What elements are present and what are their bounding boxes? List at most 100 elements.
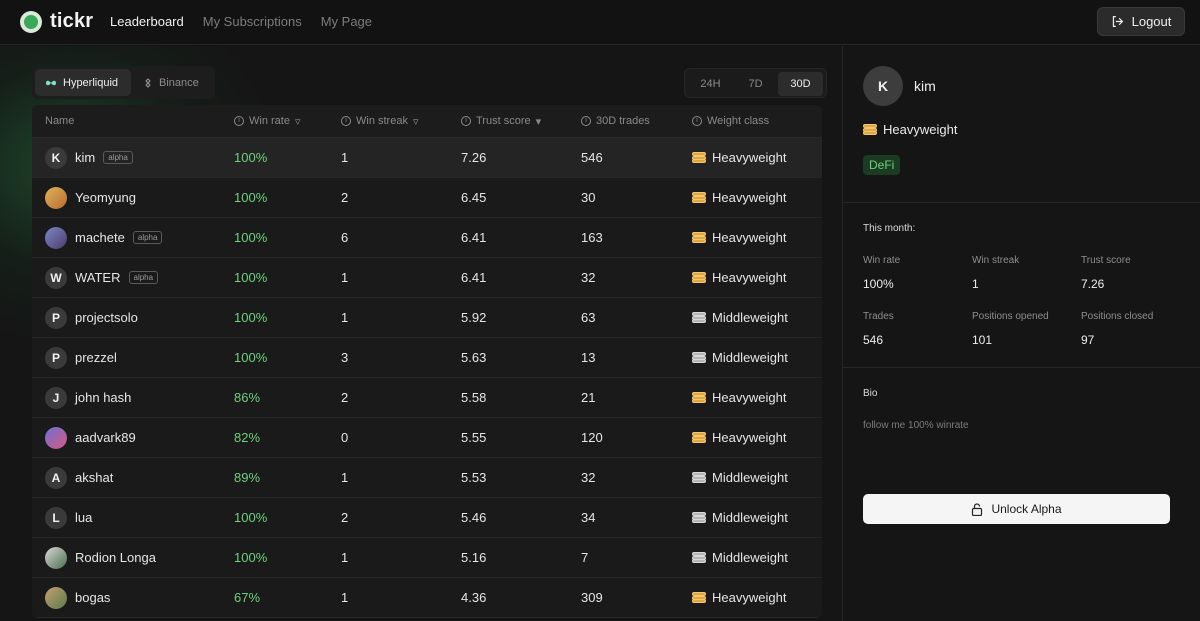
table-row[interactable]: Pprojectsolo 100% 1 5.92 63 Middleweight: [32, 298, 822, 338]
cell-name: bogas: [32, 586, 234, 609]
tab-binance-label: Binance: [159, 76, 199, 89]
weight-class-label: Heavyweight: [712, 590, 787, 605]
cell-trades: 7: [581, 550, 589, 565]
trader-name: Yeomyung: [75, 190, 136, 205]
unlock-alpha-button[interactable]: Unlock Alpha: [863, 494, 1170, 524]
app-logo[interactable]: tickr: [20, 10, 93, 33]
cell-trades: 546: [581, 150, 603, 165]
table-row[interactable]: Jjohn hash 86% 2 5.58 21 Heavyweight: [32, 378, 822, 418]
info-icon: i: [234, 116, 244, 126]
weight-class-label: Middleweight: [712, 470, 788, 485]
table-row[interactable]: Rodion Longa 100% 1 5.16 7 Middleweight: [32, 538, 822, 578]
header-weight-class[interactable]: i Weight class: [692, 115, 822, 127]
table-row[interactable]: machete alpha 100% 6 6.41 163 Heavyweight: [32, 218, 822, 258]
bio-text: follow me 100% winrate: [863, 420, 969, 431]
profile-panel: K kim Heavyweight DeFi This month: Win r…: [842, 46, 1200, 621]
nav-my-subscriptions[interactable]: My Subscriptions: [203, 14, 302, 29]
period-24h[interactable]: 24H: [688, 72, 733, 96]
tab-hyperliquid[interactable]: Hyperliquid: [35, 69, 132, 96]
profile-name: kim: [914, 78, 936, 94]
avatar: [45, 546, 67, 569]
table-row[interactable]: Llua 100% 2 5.46 34 Middleweight: [32, 498, 822, 538]
trader-name: john hash: [75, 390, 132, 405]
cell-win-rate: 100%: [234, 270, 268, 285]
cell-trust-score: 5.92: [461, 310, 487, 325]
table-row[interactable]: Aakshat 89% 1 5.53 32 Middleweight: [32, 458, 822, 498]
info-icon: i: [461, 116, 471, 126]
nav-my-page[interactable]: My Page: [321, 14, 372, 29]
trader-name: machete: [75, 230, 125, 245]
period-switcher: 24H 7D 30D: [684, 68, 827, 98]
trader-name: bogas: [75, 590, 111, 605]
table-row[interactable]: W WATER alpha 100% 1 6.41 32 Heavyweight: [32, 258, 822, 298]
trader-name: kim: [75, 150, 96, 165]
header-win-rate-label: Win rate: [249, 115, 290, 127]
sort-down-outline-icon: ▿: [294, 115, 301, 128]
header-30d-trades-label: 30D trades: [596, 115, 650, 127]
header-30d-trades[interactable]: i 30D trades: [581, 115, 692, 127]
period-30d[interactable]: 30D: [778, 72, 823, 96]
gold-coin-icon: [692, 432, 706, 443]
avatar: A: [45, 466, 67, 489]
header-name[interactable]: Name: [32, 115, 234, 127]
cell-win-streak: 6: [341, 230, 349, 245]
cell-name: Kkim alpha: [32, 146, 234, 169]
unlock-alpha-label: Unlock Alpha: [991, 502, 1062, 516]
tab-hyperliquid-label: Hyperliquid: [63, 76, 119, 89]
table-row[interactable]: aadvark89 82% 0 5.55 120 Heavyweight: [32, 418, 822, 458]
table-row[interactable]: bogas 67% 1 4.36 309 Heavyweight: [32, 578, 822, 618]
cell-trust-score: 5.53: [461, 470, 487, 485]
table-row[interactable]: Yeomyung 100% 2 6.45 30 Heavyweight: [32, 178, 822, 218]
stat-label: Positions closed: [1081, 311, 1154, 322]
weight-class-label: Middleweight: [712, 550, 788, 565]
silver-coin-icon: [692, 552, 706, 563]
period-7d[interactable]: 7D: [733, 72, 778, 96]
cell-trust-score: 5.55: [461, 430, 487, 445]
leaderboard-table: Name i Win rate ▿ i Win streak ▿ i Trust scor…: [32, 105, 822, 618]
cell-trust-score: 5.16: [461, 550, 487, 565]
header-win-rate[interactable]: i Win rate ▿: [234, 115, 341, 128]
cell-win-rate: 100%: [234, 230, 268, 245]
cell-trades: 34: [581, 510, 596, 525]
cell-name: W WATER alpha: [32, 266, 234, 289]
avatar: W: [45, 266, 67, 289]
table-row[interactable]: Pprezzel 100% 3 5.63 13 Middleweight: [32, 338, 822, 378]
cell-weight-class: Middleweight: [692, 310, 822, 325]
stat-value: 100%: [863, 277, 894, 291]
avatar: P: [45, 306, 67, 329]
table-row[interactable]: Kkim alpha 100% 1 7.26 546 Heavyweight: [32, 138, 822, 178]
stat-label: Positions opened: [972, 311, 1049, 322]
cell-win-streak: 1: [341, 270, 349, 285]
header-win-streak[interactable]: i Win streak ▿: [341, 115, 461, 128]
cell-trades: 32: [581, 270, 596, 285]
cell-win-streak: 1: [341, 310, 349, 325]
cell-win-rate: 100%: [234, 510, 268, 525]
info-icon: i: [692, 116, 702, 126]
cell-weight-class: Heavyweight: [692, 150, 822, 165]
cell-name: Jjohn hash: [32, 386, 234, 409]
cell-name: Yeomyung: [32, 186, 234, 209]
logout-button[interactable]: Logout: [1097, 7, 1185, 36]
gold-coin-icon: [692, 272, 706, 283]
nav-leaderboard[interactable]: Leaderboard: [110, 14, 184, 29]
cell-trust-score: 5.58: [461, 390, 487, 405]
exchange-switcher: Hyperliquid Binance: [32, 66, 215, 99]
tickr-logo-icon: [20, 10, 42, 33]
silver-coin-icon: [692, 472, 706, 483]
cell-win-rate: 86%: [234, 390, 261, 405]
cell-name: Aakshat: [32, 466, 234, 489]
header-trust-score[interactable]: i Trust score ▾: [461, 115, 581, 128]
tab-binance[interactable]: Binance: [133, 69, 212, 96]
profile-weight-label: Heavyweight: [883, 122, 958, 137]
bio-section: Bio follow me 100% winrate: [843, 368, 1200, 431]
cell-trades: 21: [581, 390, 596, 405]
cell-name: Rodion Longa: [32, 546, 234, 569]
cell-win-rate: 82%: [234, 430, 261, 445]
cell-win-rate: 100%: [234, 310, 268, 325]
cell-win-rate: 89%: [234, 470, 261, 485]
weight-class-label: Heavyweight: [712, 270, 787, 285]
alpha-badge: alpha: [132, 231, 163, 244]
cell-win-rate: 100%: [234, 190, 268, 205]
profile-summary: K kim Heavyweight DeFi: [843, 46, 1200, 203]
cell-weight-class: Heavyweight: [692, 270, 822, 285]
